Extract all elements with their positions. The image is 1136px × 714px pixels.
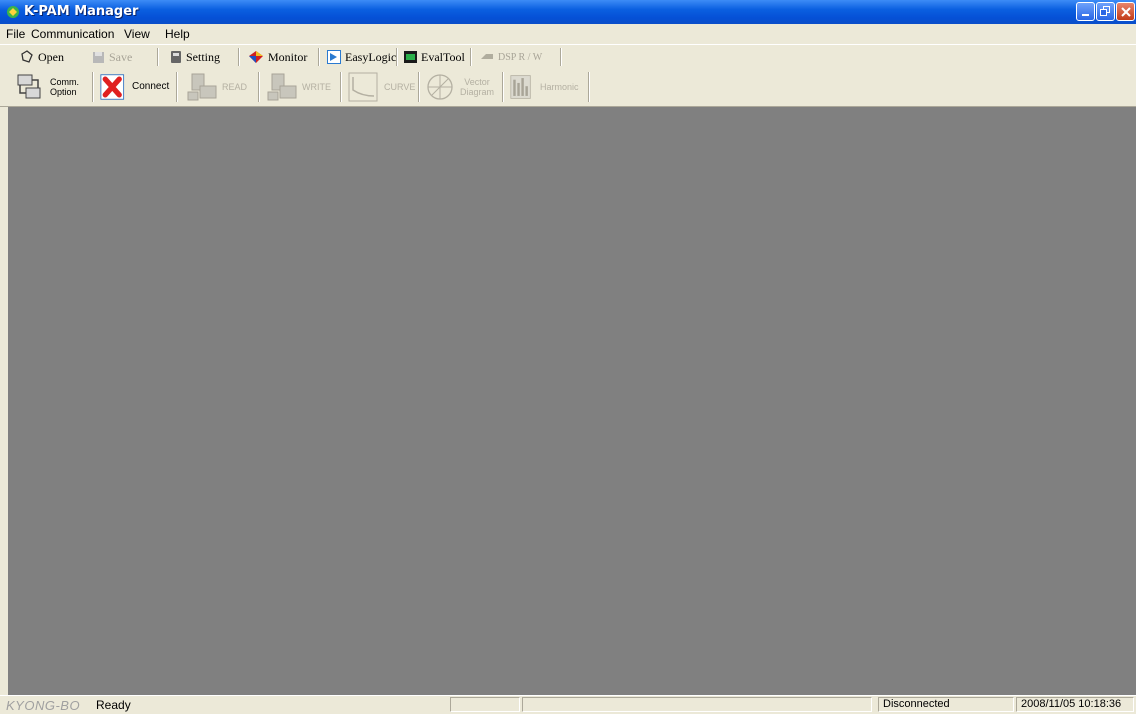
connect-icon [100,74,125,100]
menu-file[interactable]: File [6,27,25,41]
open-button[interactable]: Open [20,48,64,66]
mdi-workspace[interactable] [8,107,1136,695]
restore-icon [1100,6,1110,16]
main-toolbar: Open Save Setting Monitor EasyLogic Eval… [0,44,1136,69]
toolbar-separator [238,48,240,66]
open-icon [21,50,33,63]
menu-help[interactable]: Help [165,27,190,41]
toolbar-separator [588,72,590,102]
save-icon [93,51,104,63]
toolbar-separator [340,72,342,102]
write-label: WRITE [302,82,331,92]
toolbar-separator [258,72,260,102]
connect-label: Connect [132,81,170,92]
kyong-bo-logo: KYONG-BO [6,698,81,713]
title-bar: K-PAM Manager [0,0,1136,24]
menu-communication[interactable]: Communication [31,27,114,41]
save-label: Save [109,49,133,64]
setting-button[interactable]: Setting [170,48,220,66]
vector-diagram-label-line1: Vector [464,77,490,87]
curve-button[interactable]: CURVE [348,70,415,104]
toolbar-separator [560,48,562,66]
evaltool-button[interactable]: EvalTool [404,48,465,66]
communication-toolbar: Comm. Option Connect READ WRITE CURVE Ve… [0,68,1136,107]
vector-diagram-icon [427,74,453,100]
comm-option-label-line2: Option [50,87,77,97]
save-button[interactable]: Save [92,48,132,66]
toolbar-separator [502,72,504,102]
open-label: Open [38,49,64,64]
dsp-rw-button[interactable]: DSP R / W [480,48,542,66]
status-panel-empty [522,697,872,712]
minimize-button[interactable] [1076,2,1095,21]
close-button[interactable] [1116,2,1135,21]
vector-diagram-button[interactable]: Vector Diagram [424,70,494,104]
harmonic-label: Harmonic [540,82,579,92]
comm-option-button[interactable]: Comm. Option [14,70,79,104]
vector-diagram-label-line2: Diagram [460,87,495,97]
minimize-icon [1081,13,1089,16]
status-panel-empty [450,697,520,712]
setting-icon [171,51,181,63]
read-label: READ [222,82,248,92]
write-icon [267,73,297,101]
curve-label: CURVE [384,82,416,92]
setting-label: Setting [186,49,221,64]
app-icon [7,6,19,18]
connection-status: Disconnected [878,697,1014,712]
evaltool-label: EvalTool [421,49,465,64]
vector-diagram-label: Vector Diagram [460,77,494,97]
menu-bar: File Communication View Help [0,24,1136,44]
harmonic-button[interactable]: Harmonic [510,70,579,104]
toolbar-separator [470,48,472,66]
read-icon [187,73,217,101]
dsp-label: DSP R / W [498,51,543,63]
curve-icon [348,72,378,102]
toolbar-separator [418,72,420,102]
monitor-icon [249,51,263,63]
toolbar-separator [396,48,398,66]
toolbar-separator [92,72,94,102]
comm-option-icon [17,74,41,99]
harmonic-icon [510,75,531,99]
toolbar-separator [176,72,178,102]
comm-option-label-line1: Comm. [50,77,79,87]
restore-button[interactable] [1096,2,1115,21]
close-icon [1120,6,1131,17]
menu-view[interactable]: View [124,27,150,41]
write-button[interactable]: WRITE [266,70,331,104]
read-button[interactable]: READ [186,70,247,104]
toolbar-separator [157,48,159,66]
monitor-button[interactable]: Monitor [248,48,307,66]
toolbar-separator [318,48,320,66]
connect-button[interactable]: Connect [100,70,169,104]
comm-option-label: Comm. Option [50,77,79,97]
status-text: Ready [96,698,131,712]
easylogic-label: EasyLogic [345,49,397,64]
evaltool-icon [404,51,417,63]
easylogic-icon [327,50,341,64]
dsp-icon [481,54,493,59]
status-bar: KYONG-BO Ready Disconnected 2008/11/05 1… [0,695,1136,714]
easylogic-button[interactable]: EasyLogic [327,48,396,66]
monitor-label: Monitor [268,49,308,64]
status-datetime: 2008/11/05 10:18:36 [1016,697,1134,712]
window-title: K-PAM Manager [24,4,139,19]
